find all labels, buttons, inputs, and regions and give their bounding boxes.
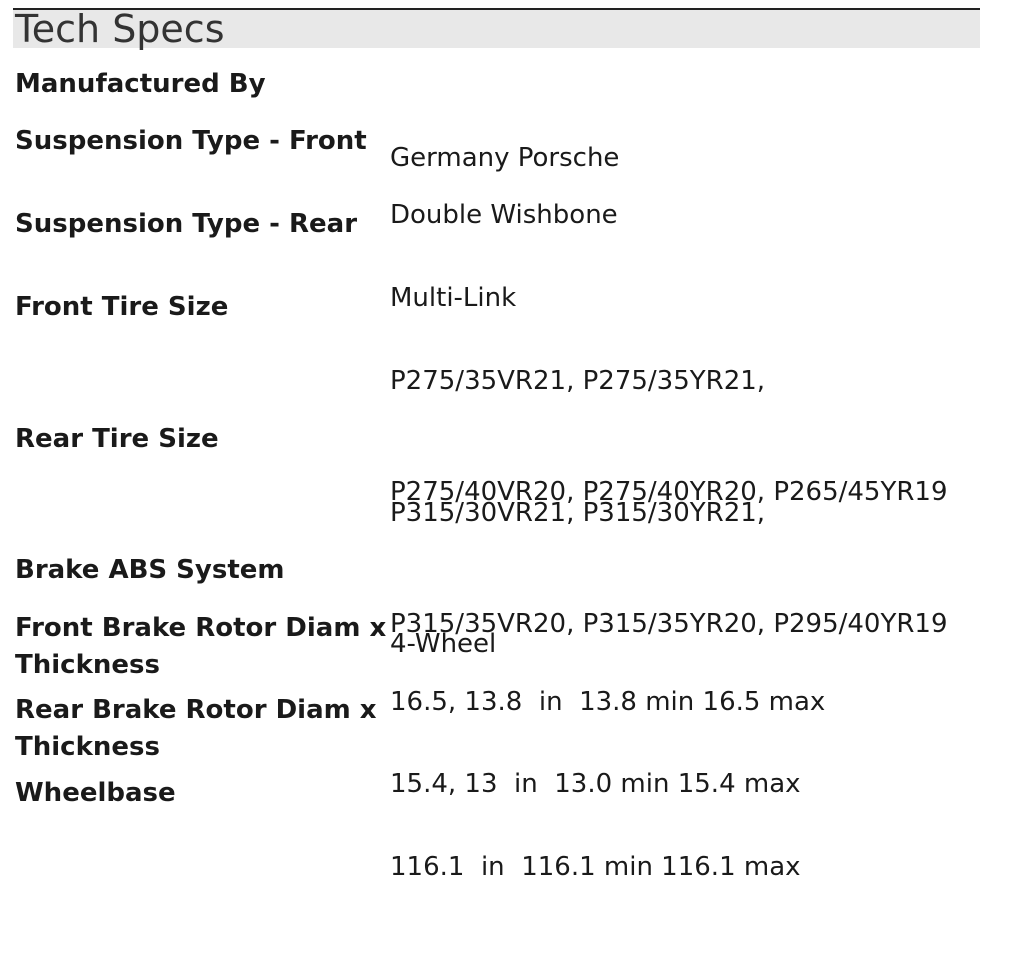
spec-label: Front Brake Rotor Diam x Thickness [15,613,387,680]
spec-row-front-brake-rotor: Front Brake Rotor Diam x Thickness 16.5,… [13,610,980,717]
spec-value: 116.1 in 116.1 min 116.1 max [390,775,980,960]
spec-value-line: P315/30VR21, P315/30YR21, [390,498,766,528]
spec-label: Rear Tire Size [15,424,219,454]
spec-row-brake-abs: Brake ABS System 4-Wheel [13,552,980,659]
spec-label: Manufactured By [15,69,266,99]
spec-label: Rear Brake Rotor Diam x Thickness [15,695,377,762]
section-title: Tech Specs [13,8,980,48]
spec-value-line: 116.1 in 116.1 min 116.1 max [390,852,801,882]
spec-label: Suspension Type - Rear [15,209,358,239]
spec-row-rear-tire-size: Rear Tire Size P315/30VR21, P315/30YR21,… [13,421,980,639]
spec-label: Front Tire Size [15,292,229,322]
specs-table: Manufactured By Germany Porsche Suspensi… [13,66,980,882]
spec-value-line: P275/35VR21, P275/35YR21, [390,366,766,396]
spec-label: Suspension Type - Front [15,126,367,156]
spec-row-suspension-front: Suspension Type - Front Double Wishbone [13,123,980,230]
tech-specs-section: Tech Specs Manufactured By Germany Porsc… [13,8,980,882]
spec-row-front-tire-size: Front Tire Size P275/35VR21, P275/35YR21… [13,289,980,507]
spec-row-suspension-rear: Suspension Type - Rear Multi-Link [13,206,980,313]
spec-row-rear-brake-rotor: Rear Brake Rotor Diam x Thickness 15.4, … [13,692,980,799]
spec-label: Brake ABS System [15,555,285,585]
spec-row-manufactured-by: Manufactured By Germany Porsche [13,66,980,173]
spec-label: Wheelbase [15,778,176,808]
spec-row-wheelbase: Wheelbase 116.1 in 116.1 min 116.1 max [13,775,980,882]
